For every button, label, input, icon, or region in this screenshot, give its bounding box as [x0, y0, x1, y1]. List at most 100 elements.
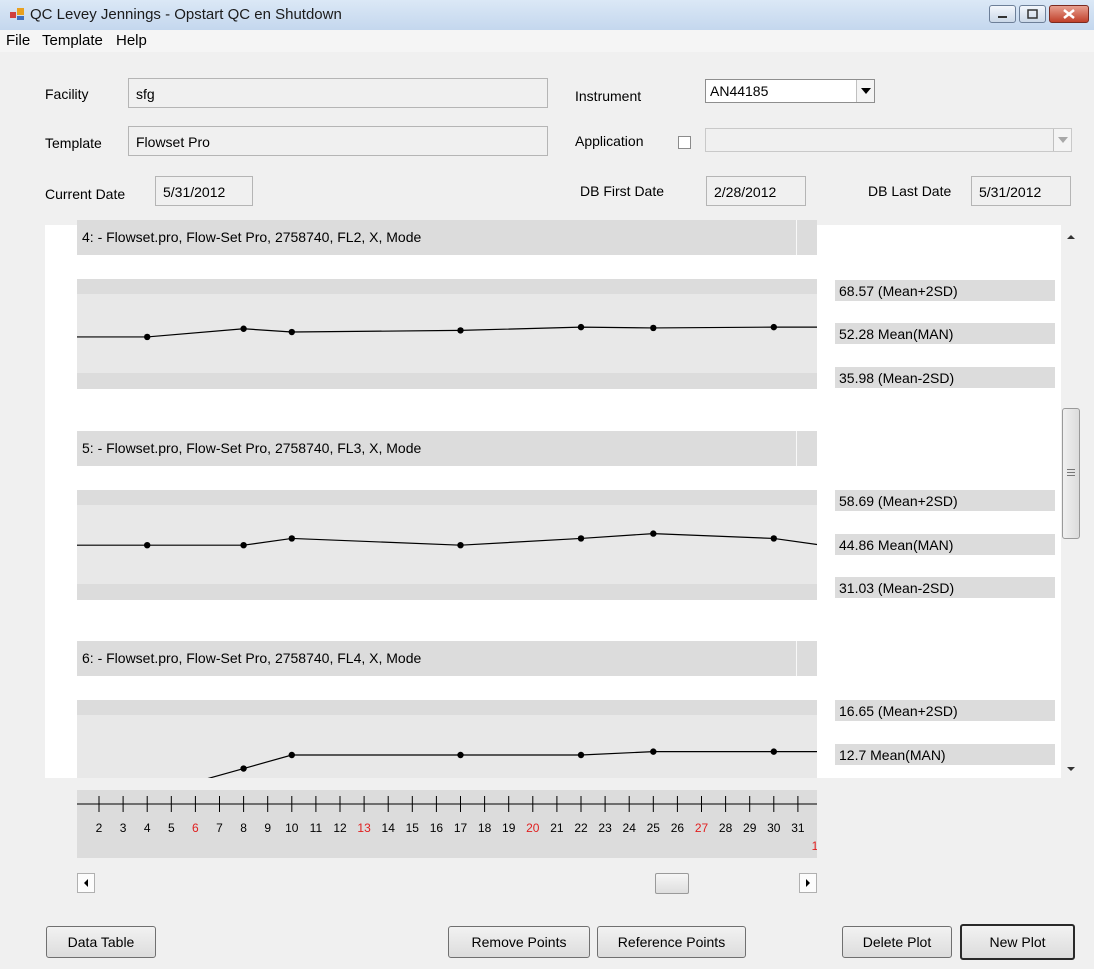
plot-title: 5: - Flowset.pro, Flow-Set Pro, 2758740,…	[82, 440, 422, 456]
axis-tick-label: 19	[502, 821, 516, 835]
plot-title-band: 6: - Flowset.pro, Flow-Set Pro, 2758740,…	[77, 641, 817, 676]
plot-chart[interactable]	[77, 700, 817, 778]
qc-data-point	[457, 751, 464, 759]
axis-tick-label: 18	[478, 821, 492, 835]
axis-tick-label: 24	[623, 821, 637, 835]
qc-data-point	[144, 333, 151, 341]
axis-tick-label: 15	[406, 821, 420, 835]
qc-data-point	[770, 535, 777, 542]
axis-tick-label: 14	[382, 821, 396, 835]
scroll-down-icon[interactable]	[1066, 765, 1076, 773]
menu-help[interactable]: Help	[116, 32, 147, 49]
data-table-button[interactable]: Data Table	[46, 926, 156, 958]
axis-tick-label: 16	[430, 821, 444, 835]
qc-data-point	[288, 328, 295, 336]
qc-data-point	[144, 541, 151, 549]
scroll-right-button[interactable]	[799, 873, 817, 893]
axis-tick-label: 20	[526, 821, 540, 835]
db-last-date-label: DB Last Date	[868, 183, 952, 199]
horizontal-scrollbar[interactable]	[77, 873, 817, 895]
axis-tick-label: 13	[357, 821, 371, 835]
axis-tick-label: 23	[598, 821, 612, 835]
delete-plot-button[interactable]: Delete Plot	[842, 926, 952, 958]
date-axis-ticks: 2 3 4 5 6 7 8 9 10 11 12 13 14 15 16 17 18 19 20 21 22 23 24 25…	[74, 796, 823, 853]
axis-tick-label: 9	[264, 821, 271, 835]
scroll-left-button[interactable]	[77, 873, 95, 893]
axis-tick-label: 10	[285, 821, 299, 835]
minimize-button[interactable]	[989, 5, 1016, 23]
plot-chart[interactable]	[77, 490, 817, 600]
upper-limit-label: 16.65 (Mean+2SD)	[835, 700, 1055, 721]
qc-data-point	[240, 765, 247, 772]
chevron-down-icon[interactable]	[856, 80, 874, 102]
vertical-scrollbar[interactable]	[1061, 225, 1082, 778]
new-plot-button[interactable]: New Plot	[960, 924, 1075, 960]
db-first-date-label: DB First Date	[580, 183, 665, 199]
scroll-right-icon	[806, 879, 810, 887]
menu-template[interactable]: Template	[42, 32, 103, 49]
facility-field[interactable]: sfg	[128, 78, 548, 108]
current-date-field[interactable]: 5/31/2012	[155, 176, 253, 206]
mean-label: 12.7 Mean(MAN)	[835, 744, 1055, 765]
chevron-down-icon[interactable]	[1053, 129, 1071, 151]
axis-tick-label: 6	[192, 821, 199, 835]
horizontal-scroll-thumb[interactable]	[655, 873, 689, 894]
qc-data-point	[650, 530, 657, 537]
upper-limit-label: 58.69 (Mean+2SD)	[835, 490, 1055, 511]
mean-label: 52.28 Mean(MAN)	[835, 323, 1055, 344]
facility-label: Facility	[45, 86, 89, 102]
application-checkbox[interactable]	[678, 136, 691, 149]
instrument-label: Instrument	[575, 88, 642, 104]
application-label: Application	[575, 133, 644, 149]
axis-tick-label: 22	[574, 821, 588, 835]
qc-data-point	[770, 748, 777, 755]
qc-data-point	[288, 535, 295, 542]
remove-points-button[interactable]: Remove Points	[448, 926, 590, 958]
mean-label: 44.86 Mean(MAN)	[835, 534, 1055, 555]
axis-tick-label: 28	[719, 821, 733, 835]
axis-tick-label: 12	[333, 821, 347, 835]
scroll-thumb[interactable]	[1062, 408, 1080, 539]
template-field[interactable]: Flowset Pro	[128, 126, 548, 156]
scroll-left-icon	[84, 879, 88, 887]
lower-limit-label: 35.98 (Mean-2SD)	[835, 367, 1055, 388]
qc-data-point	[577, 323, 585, 331]
title-bar: QC Levey Jennings - Opstart QC en Shutdo…	[0, 0, 1094, 31]
current-date-label: Current Date	[45, 186, 126, 202]
axis-tick-label: 2	[96, 821, 103, 835]
maximize-icon	[1027, 9, 1038, 19]
maximize-button[interactable]	[1019, 5, 1046, 23]
axis-tick-label: 21	[550, 821, 564, 835]
db-first-date-field[interactable]: 2/28/2012	[706, 176, 806, 206]
plot-title: 6: - Flowset.pro, Flow-Set Pro, 2758740,…	[82, 650, 422, 666]
window-title: QC Levey Jennings - Opstart QC en Shutdo…	[30, 6, 342, 23]
reference-points-button[interactable]: Reference Points	[597, 926, 746, 958]
qc-data-point	[650, 324, 657, 332]
grip-icon	[1067, 469, 1075, 476]
close-button[interactable]	[1049, 5, 1089, 23]
plot-title: 4: - Flowset.pro, Flow-Set Pro, 2758740,…	[82, 229, 422, 245]
menu-file[interactable]: File	[6, 32, 30, 49]
axis-tick-label: 26	[671, 821, 685, 835]
instrument-dropdown[interactable]: AN44185	[705, 79, 875, 103]
plot-chart[interactable]	[77, 279, 817, 389]
qc-data-point	[457, 541, 464, 549]
qc-data-point	[770, 323, 777, 331]
axis-tick-label: 17	[454, 821, 468, 835]
template-label: Template	[45, 135, 102, 151]
axis-tick-label: 11	[310, 821, 323, 835]
qc-data-point	[577, 751, 585, 759]
scroll-up-icon[interactable]	[1066, 233, 1076, 241]
qc-data-point	[650, 748, 657, 755]
axis-tick-label: 29	[743, 821, 757, 835]
date-axis: 2 3 4 5 6 7 8 9 10 11 12 13 14 15 16 17 18 19 20 21 22 23 24 25…	[74, 790, 823, 858]
plot-title-band: 5: - Flowset.pro, Flow-Set Pro, 2758740,…	[77, 431, 817, 466]
application-dropdown[interactable]	[705, 128, 1072, 152]
axis-tick-label: 8	[240, 821, 247, 835]
plot-scroll-area[interactable]: 4: - Flowset.pro, Flow-Set Pro, 2758740,…	[45, 220, 1082, 778]
axis-tick-label: 30	[767, 821, 781, 835]
db-last-date-field[interactable]: 5/31/2012	[971, 176, 1071, 206]
minimize-icon	[998, 16, 1007, 18]
app-icon	[10, 8, 24, 20]
axis-tick-label: 25	[647, 821, 661, 835]
